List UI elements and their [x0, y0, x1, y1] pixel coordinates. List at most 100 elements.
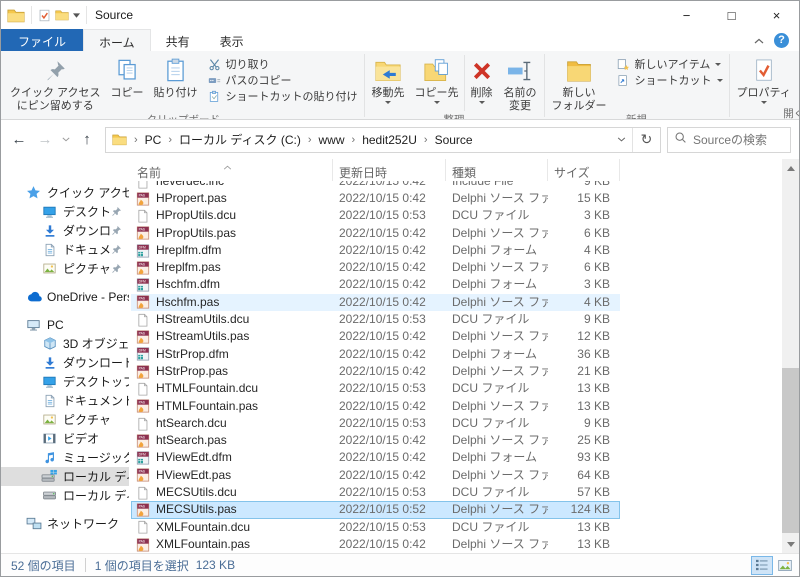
file-row[interactable]: DFMHreplfm.dfm 2022/10/15 0:42 Delphi フォ… — [131, 242, 620, 259]
file-row[interactable]: PASHPropert.pas 2022/10/15 0:42 Delphi ソ… — [131, 190, 620, 207]
history-button[interactable]: 履歴 — [796, 88, 799, 104]
scrollbar-thumb[interactable] — [782, 368, 799, 533]
address-dropdown-chevron-icon[interactable] — [610, 137, 632, 142]
breadcrumb-chevron-icon[interactable]: › — [165, 134, 175, 146]
open-button[interactable]: 開く — [796, 56, 799, 72]
maximize-button[interactable]: □ — [709, 1, 754, 29]
file-row[interactable]: PASXMLFountain.pas 2022/10/15 0:42 Delph… — [131, 536, 620, 553]
scroll-down-arrow-icon[interactable] — [782, 536, 799, 553]
breadcrumb-chevron-icon[interactable]: › — [131, 134, 141, 146]
file-row[interactable]: PASHStreamUtils.pas 2022/10/15 0:42 Delp… — [131, 328, 620, 345]
sidebar-item-6[interactable]: PC — [1, 315, 129, 334]
file-row[interactable]: PASHViewEdt.pas 2022/10/15 0:42 Delphi ソ… — [131, 467, 620, 484]
recent-locations-chevron-icon[interactable] — [59, 128, 73, 152]
file-row[interactable]: HTMLFountain.dcu 2022/10/15 0:53 DCU ファイ… — [131, 380, 620, 397]
sidebar-item-12[interactable]: ビデオ — [1, 429, 129, 448]
file-row[interactable]: DFMHStrProp.dfm 2022/10/15 0:42 Delphi フ… — [131, 346, 620, 363]
copy-path-button[interactable]: パスのコピー — [203, 72, 362, 88]
file-row[interactable]: HStreamUtils.dcu 2022/10/15 0:53 DCU ファイ… — [131, 311, 620, 328]
sidebar-item-16[interactable]: ネットワーク — [1, 514, 129, 533]
file-row[interactable]: DFMHschfm.dfm 2022/10/15 0:42 Delphi フォー… — [131, 276, 620, 293]
file-row[interactable]: PASMECSUtils.pas 2022/10/15 0:52 Delphi … — [131, 501, 620, 518]
rename-button[interactable]: 名前の 変更 — [499, 53, 542, 113]
group-label-open: 開く — [730, 107, 799, 120]
file-row[interactable]: heverdec.inc 2022/10/15 0:42 Include Fil… — [131, 181, 620, 190]
file-row[interactable]: PASHreplfm.pas 2022/10/15 0:42 Delphi ソー… — [131, 259, 620, 276]
file-row[interactable]: PASHPropUtils.pas 2022/10/15 0:42 Delphi… — [131, 225, 620, 242]
copy-button[interactable]: コピー — [106, 53, 149, 100]
sidebar-item-7[interactable]: 3D オブジェクト — [1, 334, 129, 353]
sidebar-item-3[interactable]: ドキュメント — [1, 240, 129, 259]
scroll-up-arrow-icon[interactable] — [782, 159, 799, 176]
delete-button[interactable]: 削除 — [465, 53, 499, 107]
back-button[interactable]: ← — [7, 128, 31, 152]
sidebar-item-14[interactable]: ローカル ディスク — [1, 467, 129, 486]
vertical-scrollbar[interactable] — [782, 159, 799, 553]
sidebar-item-10[interactable]: ドキュメント — [1, 391, 129, 410]
details-view-button[interactable] — [751, 556, 773, 575]
qat-new-folder-button[interactable] — [55, 9, 69, 21]
tab-share[interactable]: 共有 — [151, 29, 205, 51]
minimize-button[interactable]: − — [664, 1, 709, 29]
sidebar-item-4[interactable]: ピクチャ — [1, 259, 129, 278]
address-bar[interactable]: ›PC›ローカル ディスク (C:)›www›hedit252U›Source … — [105, 127, 661, 153]
properties-button[interactable]: プロパティ — [732, 53, 796, 107]
sidebar-item-2[interactable]: ダウンロード — [1, 221, 129, 240]
file-row[interactable]: PASHStrProp.pas 2022/10/15 0:42 Delphi ソ… — [131, 363, 620, 380]
breadcrumb-chevron-icon[interactable]: › — [305, 134, 315, 146]
large-icons-view-button[interactable] — [774, 556, 796, 575]
sidebar-item-0[interactable]: クイック アクセス — [1, 183, 129, 202]
breadcrumb-segment-2[interactable]: www — [315, 131, 349, 149]
cut-button[interactable]: 切り取り — [203, 56, 362, 72]
copy-to-button[interactable]: コピー先 — [410, 53, 464, 107]
move-to-button[interactable]: 移動先 — [367, 53, 410, 107]
file-row[interactable]: HPropUtils.dcu 2022/10/15 0:53 DCU ファイル … — [131, 207, 620, 224]
file-row[interactable]: PASHTMLFountain.pas 2022/10/15 0:42 Delp… — [131, 398, 620, 415]
tab-home[interactable]: ホーム — [83, 29, 151, 51]
new-shortcut-button[interactable]: ショートカット — [612, 72, 727, 88]
breadcrumb-segment-4[interactable]: Source — [431, 131, 477, 149]
file-row[interactable]: PASHschfm.pas 2022/10/15 0:42 Delphi ソース… — [131, 294, 620, 311]
file-name: htSearch.pas — [156, 432, 227, 449]
sidebar-item-13[interactable]: ミュージック — [1, 448, 129, 467]
qat-properties-button[interactable] — [38, 9, 51, 22]
edit-button[interactable]: 編集 — [796, 72, 799, 88]
sidebar-item-11[interactable]: ピクチャ — [1, 410, 129, 429]
paste-shortcut-button[interactable]: ショートカットの貼り付け — [203, 88, 362, 104]
file-row[interactable]: PAShtSearch.pas 2022/10/15 0:42 Delphi ソ… — [131, 432, 620, 449]
tab-view[interactable]: 表示 — [205, 29, 259, 51]
collapse-ribbon-chevron-icon[interactable] — [754, 33, 764, 47]
sidebar-item-8[interactable]: ダウンロード — [1, 353, 129, 372]
sidebar-item-15[interactable]: ローカル ディスク — [1, 486, 129, 505]
paste-button[interactable]: 貼り付け — [149, 53, 203, 100]
close-button[interactable]: × — [754, 1, 799, 29]
breadcrumb-segment-1[interactable]: ローカル ディスク (C:) — [175, 129, 305, 150]
column-header-date[interactable]: 更新日時 — [333, 159, 446, 181]
sidebar-item-1[interactable]: デスクトップ — [1, 202, 129, 221]
breadcrumb-segment-0[interactable]: PC — [141, 131, 166, 149]
new-item-button[interactable]: 新しいアイテム — [612, 56, 727, 72]
breadcrumb-chevron-icon[interactable]: › — [421, 134, 431, 146]
sidebar-item-9[interactable]: デスクトップ — [1, 372, 129, 391]
breadcrumb-chevron-icon[interactable]: › — [349, 134, 359, 146]
new-folder-button[interactable]: 新しい フォルダー — [547, 53, 612, 113]
file-row[interactable]: htSearch.dcu 2022/10/15 0:53 DCU ファイル 9 … — [131, 415, 620, 432]
help-icon[interactable]: ? — [774, 33, 789, 48]
refresh-button[interactable]: ↻ — [632, 128, 660, 152]
file-row[interactable]: DFMHViewEdt.dfm 2022/10/15 0:42 Delphi フ… — [131, 449, 620, 466]
column-header-size[interactable]: サイズ — [548, 159, 620, 181]
sidebar-item-5[interactable]: OneDrive - Pers — [1, 287, 129, 306]
file-row[interactable]: XMLFountain.dcu 2022/10/15 0:53 DCU ファイル… — [131, 519, 620, 536]
forward-button[interactable]: → — [33, 128, 57, 152]
file-row[interactable]: MECSUtils.dcu 2022/10/15 0:53 DCU ファイル 5… — [131, 484, 620, 501]
qat-customize-chevron-icon[interactable] — [73, 13, 80, 18]
tab-file[interactable]: ファイル — [1, 29, 83, 51]
up-button[interactable]: ↑ — [75, 128, 99, 152]
search-box[interactable]: Sourceの検索 — [667, 127, 791, 153]
column-header-type[interactable]: 種類 — [446, 159, 548, 181]
svg-text:DFM: DFM — [139, 349, 146, 353]
breadcrumb-segment-3[interactable]: hedit252U — [358, 131, 421, 149]
sidebar-icon — [25, 517, 42, 530]
pin-to-quick-access-button[interactable]: クイック アクセス にピン留めする — [5, 53, 106, 113]
column-header-name[interactable]: 名前 — [131, 159, 333, 181]
